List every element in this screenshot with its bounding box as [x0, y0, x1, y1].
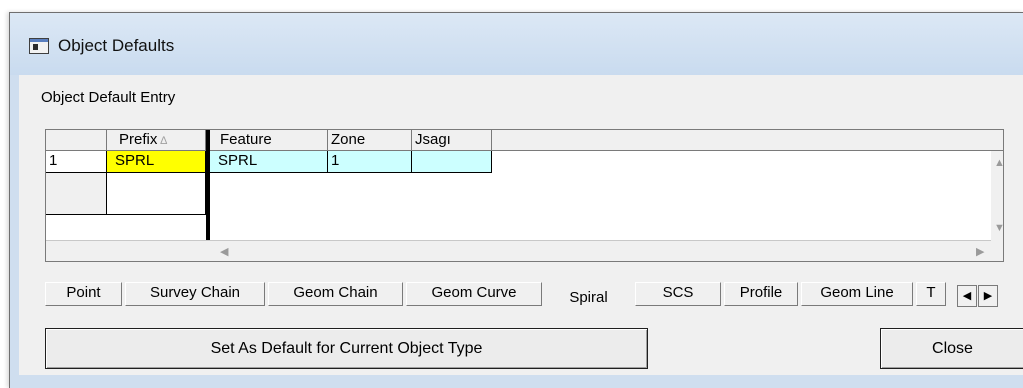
defaults-grid: Prefix ∆ Feature Zone Jsagı 1 SPRL SPRL 1…	[45, 129, 1005, 262]
column-header-prefix[interactable]: Prefix ∆	[107, 130, 206, 151]
cell-prefix-1[interactable]: SPRL	[107, 151, 206, 173]
cell-usage-1[interactable]	[412, 151, 492, 173]
scroll-up-icon[interactable]: ▲	[994, 157, 1005, 169]
cell-prefix-new[interactable]	[107, 173, 206, 215]
cell-zone-1[interactable]: 1	[328, 151, 412, 173]
tab-partial[interactable]: T	[916, 282, 946, 306]
column-header-zone[interactable]: Zone	[328, 130, 412, 151]
fixed-column-separator	[206, 130, 210, 240]
scroll-down-icon[interactable]: ▼	[994, 222, 1005, 234]
row-header-new[interactable]	[46, 173, 107, 215]
tab-geom-line[interactable]: Geom Line	[801, 282, 913, 306]
scrollbar-corner	[991, 240, 1003, 260]
tab-profile[interactable]: Profile	[724, 282, 798, 306]
entry-group-label: Object Default Entry	[41, 89, 176, 106]
column-header-usage[interactable]: Jsagı	[412, 130, 492, 151]
column-header-feature[interactable]: Feature	[210, 130, 328, 151]
row-header-corner	[46, 130, 107, 151]
object-defaults-window: Object Defaults Object Default Entry Pre…	[9, 12, 1023, 388]
column-header-filler	[492, 130, 991, 151]
tab-geom-chain[interactable]: Geom Chain	[268, 282, 403, 306]
scroll-left-icon[interactable]: ◀	[220, 245, 228, 258]
column-header-prefix-label: Prefix	[119, 131, 158, 148]
row-header-1[interactable]: 1	[46, 151, 107, 173]
tab-survey-chain[interactable]: Survey Chain	[125, 282, 265, 306]
tab-spiral[interactable]: Spiral	[545, 285, 632, 311]
tab-scroll-right-icon[interactable]: ▶	[978, 285, 998, 307]
window-title: Object Defaults	[58, 36, 175, 55]
tab-scroll-left-icon[interactable]: ◀	[957, 285, 977, 307]
tab-scs[interactable]: SCS	[635, 282, 721, 306]
object-type-tabs: Point Survey Chain Geom Chain Geom Curve…	[45, 282, 1010, 318]
horizontal-scrollbar[interactable]: ◀ ▶	[46, 240, 1003, 261]
sort-ascending-icon: ∆	[160, 135, 168, 147]
scroll-right-icon[interactable]: ▶	[976, 245, 984, 258]
app-icon	[29, 38, 49, 54]
dialog-client: Object Default Entry Prefix ∆ Feature Zon…	[19, 75, 1023, 375]
title-bar[interactable]: Object Defaults	[10, 13, 1023, 75]
close-button[interactable]: Close	[880, 328, 1023, 369]
tab-point[interactable]: Point	[45, 282, 122, 306]
cell-feature-1[interactable]: SPRL	[210, 151, 328, 173]
tab-geom-curve[interactable]: Geom Curve	[406, 282, 542, 306]
set-as-default-button[interactable]: Set As Default for Current Object Type	[45, 328, 648, 369]
header-scroll-filler	[991, 130, 1003, 151]
